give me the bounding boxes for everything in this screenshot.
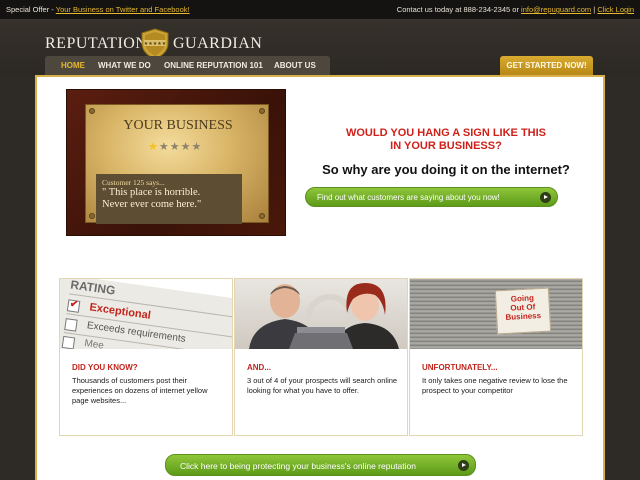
card-title: UNFORTUNATELY... [422,363,498,372]
hero-question-line-2: IN YOUR BUSINESS? [390,140,502,152]
going-out-of-business-sign: Going Out Of Business [494,287,552,335]
plaque-review-quote: Customer 125 says... " This place is hor… [96,174,242,224]
card-title: AND... [247,363,271,372]
find-out-button[interactable]: Find out what customers are saying about… [305,187,558,207]
going-out-of-business-image: Going Out Of Business [410,279,582,349]
arrow-right-icon [540,192,551,203]
protect-reputation-button-label: Click here to being protecting your busi… [180,461,416,471]
logo-word-guardian: GUARDIAN [173,35,263,52]
protect-reputation-button[interactable]: Click here to being protecting your busi… [165,454,476,476]
card-title: DID YOU KNOW? [72,363,138,372]
screw-icon [89,213,95,219]
review-quote-line-1: " This place is horrible. [102,187,201,198]
people-illustration [249,283,399,349]
card-and: AND... 3 out of 4 of your prospects will… [234,278,408,436]
rating-sheet: RATING ✔ Exceptional Exceeds requirement… [60,279,232,349]
login-link[interactable]: Click Login [597,5,634,14]
hero-question-line-1: WOULD YOU HANG A SIGN LIKE THIS [345,127,547,139]
card-unfortunately: Going Out Of Business UNFORTUNATELY... I… [409,278,583,436]
special-offer: Special Offer - Your Business on Twitter… [6,5,190,14]
site-header: REPUTATION ★★★★★ GUARDIAN HOME WHAT WE D… [0,20,640,76]
rating-sheet-image: RATING ✔ Exceptional Exceeds requirement… [60,279,232,349]
svg-text:★★★★★: ★★★★★ [144,41,167,47]
screw-icon [89,108,95,114]
email-link[interactable]: info@repuguard.com [521,5,591,14]
review-quote-line-2: Never ever come here." [102,199,202,210]
main-nav: HOME WHAT WE DO ONLINE REPUTATION 101 AB… [45,56,330,75]
screw-icon [259,108,265,114]
plaque-brass: YOUR BUSINESS ★★★★★ Customer 125 says...… [85,104,269,224]
nav-item-home[interactable]: HOME [61,61,85,70]
review-plaque-image: YOUR BUSINESS ★★★★★ Customer 125 says...… [66,89,286,236]
star-empty-icon: ★★★★ [158,141,203,153]
review-author: Customer 125 says... [102,178,165,187]
logo-word-reputation: REPUTATION [45,35,148,52]
nav-item-online-reputation-101[interactable]: ONLINE REPUTATION 101 [164,61,263,70]
contact-info: Contact us today at 888-234-2345 or info… [397,5,634,14]
main-content: YOUR BUSINESS ★★★★★ Customer 125 says...… [35,75,605,480]
special-offer-label: Special Offer - [6,5,56,14]
screw-icon [259,213,265,219]
checkbox-empty [64,318,78,332]
plaque-star-rating: ★★★★★ [148,140,202,153]
card-did-you-know: RATING ✔ Exceptional Exceeds requirement… [59,278,233,436]
special-offer-link[interactable]: Your Business on Twitter and Facebook! [56,5,190,14]
star-filled-icon: ★ [148,141,159,153]
find-out-button-label: Find out what customers are saying about… [317,193,500,202]
card-body: It only takes one negative review to los… [422,376,568,395]
checkbox-checked: ✔ [66,299,81,313]
people-photo [235,279,407,349]
people-at-laptop-image [235,279,407,349]
top-bar: Special Offer - Your Business on Twitter… [0,0,640,20]
nav-item-what-we-do[interactable]: WHAT WE DO [98,61,151,70]
rating-option-meets: Mee [83,337,105,349]
card-body: 3 out of 4 of your prospects will search… [247,376,398,395]
contact-label: Contact us today at 888-234-2345 or [396,5,522,14]
arrow-right-icon [458,460,469,471]
get-started-button[interactable]: GET STARTED NOW! [500,56,593,75]
hero-question: WOULD YOU HANG A SIGN LIKE THIS IN YOUR … [305,127,587,153]
hero-subheadline: So why are you doing it on the internet? [322,162,570,177]
plaque-business-name: YOUR BUSINESS [123,118,233,133]
card-body: Thousands of customers post their experi… [72,376,208,405]
checkbox-empty [61,335,76,349]
nav-item-about-us[interactable]: ABOUT US [274,61,316,70]
sign-line-3: Business [505,311,542,322]
